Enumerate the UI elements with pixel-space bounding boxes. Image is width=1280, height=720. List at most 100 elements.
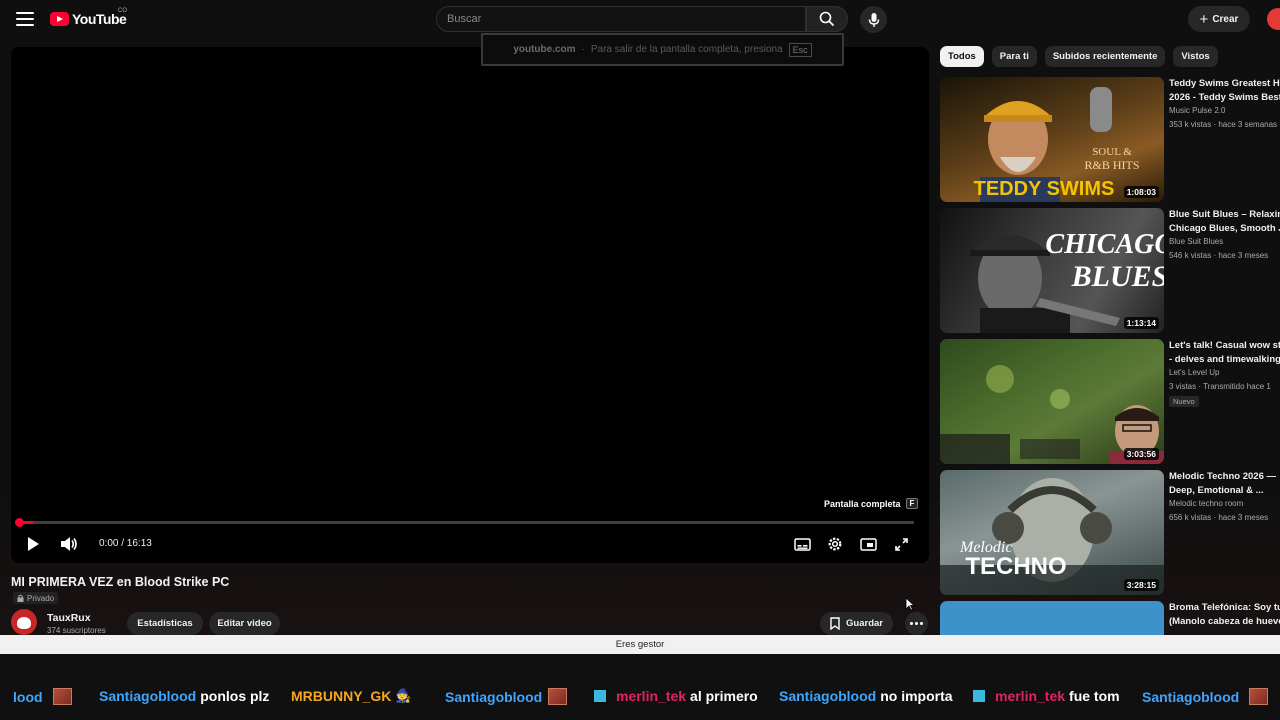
privacy-label: Privado xyxy=(27,593,55,603)
more-dot xyxy=(915,622,918,625)
toast-message: Para salir de la pantalla completa, pres… xyxy=(590,44,783,55)
moderator-banner: Eres gestor xyxy=(0,635,1280,654)
microphone-icon xyxy=(868,12,879,27)
chat-message: merlin_tek fue tom xyxy=(973,688,1120,704)
fullscreen-icon xyxy=(894,537,908,551)
recommendation-item[interactable]: CHICAGO BLUES 1:13:14 Blue Suit Blues – … xyxy=(940,208,1280,333)
video-title[interactable]: Melodic Techno 2026 — Deep, Emotional & … xyxy=(1169,470,1280,498)
more-dot xyxy=(920,622,923,625)
pin-icon xyxy=(973,690,985,702)
channel-name[interactable]: Melodic techno room xyxy=(1169,499,1243,508)
exit-fullscreen-button[interactable] xyxy=(891,534,911,554)
chat-user: Santiagoblood xyxy=(445,688,543,705)
chat-message: Santiagoblood xyxy=(1142,688,1269,705)
svg-text:TEDDY SWIMS: TEDDY SWIMS xyxy=(974,178,1115,200)
chat-text: fue tom xyxy=(1069,688,1120,704)
plus-icon: + xyxy=(1199,10,1209,28)
video-player[interactable] xyxy=(11,47,929,563)
video-thumbnail[interactable]: Melodic TECHNO 3:28:15 xyxy=(940,470,1164,595)
chat-message: MRBUNNY_GK 🧙 xyxy=(291,688,412,704)
thumbnail-art: SOUL & R&B HITS TEDDY SWIMS xyxy=(974,87,1140,202)
chip-subidos-recientemente[interactable]: Subidos recientemente xyxy=(1044,46,1166,67)
chat-user: Santiagoblood xyxy=(779,688,877,704)
youtube-logo[interactable]: YouTube CO xyxy=(50,8,127,27)
chat-message: Santiagoblood no importa xyxy=(779,688,953,704)
more-actions-button[interactable] xyxy=(905,612,928,635)
volume-button[interactable] xyxy=(59,534,79,554)
svg-text:BLUES: BLUES xyxy=(1071,260,1164,293)
recommendation-item[interactable]: SOUL & R&B HITS TEDDY SWIMS 1:08:03 Tedd… xyxy=(940,77,1280,202)
filter-chips: Todos Para ti Subidos recientemente Vist… xyxy=(940,46,1218,67)
menu-icon[interactable] xyxy=(14,9,36,29)
search-input[interactable]: Buscar xyxy=(436,6,806,32)
play-icon xyxy=(28,537,39,551)
chat-message: Santiagoblood ponlos plz xyxy=(99,688,269,704)
play-button[interactable] xyxy=(24,534,42,554)
video-title[interactable]: Let's talk! Casual wow stre - delves and… xyxy=(1169,339,1280,367)
pin-icon xyxy=(594,690,606,702)
video-meta: 353 k vistas · hace 3 semanas xyxy=(1169,120,1278,129)
chat-text: al primero xyxy=(690,688,758,704)
chat-ticker: lood Santiagoblood ponlos plz MRBUNNY_GK… xyxy=(0,654,1280,720)
channel-name[interactable]: TauxRux xyxy=(47,612,91,624)
svg-text:TECHNO: TECHNO xyxy=(965,553,1066,580)
progress-bar[interactable] xyxy=(15,518,914,527)
video-title[interactable]: Broma Telefónica: Soy tu (Manolo cabeza … xyxy=(1169,601,1280,629)
video-title[interactable]: Blue Suit Blues – Relaxing Chicago Blues… xyxy=(1169,208,1280,236)
video-duration: 1:13:14 xyxy=(1123,317,1159,329)
save-label: Guardar xyxy=(846,618,883,629)
video-thumbnail[interactable]: 3:03:56 xyxy=(940,339,1164,464)
recommendation-item[interactable]: Melodic TECHNO 3:28:15 Melodic Techno 20… xyxy=(940,470,1280,595)
fullscreen-exit-toast: youtube.com · Para salir de la pantalla … xyxy=(481,33,844,66)
svg-text:CHICAGO: CHICAGO xyxy=(1045,229,1164,260)
chat-user: merlin_tek xyxy=(995,688,1066,704)
save-button[interactable]: Guardar xyxy=(820,612,893,635)
chat-user: MRBUNNY_GK xyxy=(291,688,392,704)
chat-message: Santiagoblood xyxy=(445,688,568,705)
subtitles-button[interactable] xyxy=(792,534,812,554)
lock-icon xyxy=(17,594,24,602)
gear-icon xyxy=(828,537,842,551)
privacy-badge: Privado xyxy=(13,592,59,604)
channel-subscribers: 374 suscriptores xyxy=(47,626,106,635)
video-title[interactable]: Teddy Swims Greatest Hits 2026 - Teddy S… xyxy=(1169,77,1280,105)
thumbnail-art: Melodic TECHNO xyxy=(940,478,1164,595)
svg-text:SOUL &: SOUL & xyxy=(1092,146,1132,158)
channel-name[interactable]: Music Pulse 2.0 xyxy=(1169,106,1225,115)
bookmark-icon xyxy=(830,617,840,630)
video-meta: 546 k vistas · hace 3 meses xyxy=(1169,251,1269,260)
edit-video-button[interactable]: Editar video xyxy=(209,612,280,635)
chat-user: Santiagoblood xyxy=(1142,688,1240,705)
recommendation-item[interactable]: 3:03:56 Let's talk! Casual wow stre - de… xyxy=(940,339,1280,464)
toast-site: youtube.com xyxy=(513,44,576,55)
chip-para-ti[interactable]: Para ti xyxy=(991,46,1037,67)
recommendation-item[interactable]: Broma Telefónica: Soy tu (Manolo cabeza … xyxy=(940,601,1280,635)
chat-text: ponlos plz xyxy=(200,688,270,704)
stats-button[interactable]: Estadísticas xyxy=(127,612,203,635)
chat-user: lood xyxy=(13,688,43,705)
progress-scrubber[interactable] xyxy=(15,518,24,527)
volume-icon xyxy=(61,537,77,551)
create-button[interactable]: + Crear xyxy=(1188,6,1250,32)
video-thumbnail[interactable]: SOUL & R&B HITS TEDDY SWIMS 1:08:03 xyxy=(940,77,1164,202)
video-duration: 3:28:15 xyxy=(1123,579,1159,591)
emote-icon xyxy=(1249,688,1269,705)
settings-button[interactable] xyxy=(825,534,845,554)
video-thumbnail[interactable] xyxy=(940,601,1164,635)
video-thumbnail[interactable]: CHICAGO BLUES 1:13:14 xyxy=(940,208,1164,333)
channel-name[interactable]: Let's Level Up xyxy=(1169,368,1219,377)
account-avatar[interactable] xyxy=(1267,8,1280,30)
thumbnail-art: CHICAGO BLUES xyxy=(970,229,1164,333)
emote-icon xyxy=(548,688,568,705)
chat-text: no importa xyxy=(880,688,953,704)
channel-avatar[interactable] xyxy=(11,609,37,635)
thumbnail-art xyxy=(940,365,1164,464)
voice-search-button[interactable] xyxy=(860,6,887,33)
video-meta: 3 vistas · Transmitido hace 1 xyxy=(1169,382,1271,391)
search-button[interactable] xyxy=(806,6,848,32)
theater-mode-button[interactable] xyxy=(858,534,878,554)
chip-todos[interactable]: Todos xyxy=(940,46,984,67)
chip-vistos[interactable]: Vistos xyxy=(1173,46,1218,67)
chat-user: merlin_tek xyxy=(616,688,687,704)
channel-name[interactable]: Blue Suit Blues xyxy=(1169,237,1223,246)
